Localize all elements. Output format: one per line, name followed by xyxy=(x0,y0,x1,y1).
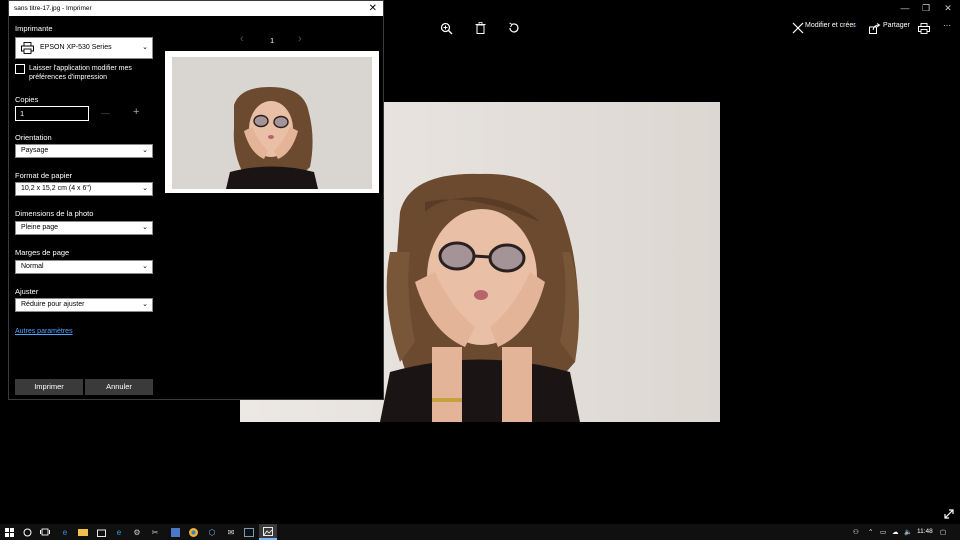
margins-value: Normal xyxy=(21,263,44,270)
app-icon-4[interactable]: ⬡ xyxy=(207,527,217,537)
fullscreen-icon[interactable] xyxy=(940,505,958,523)
taskbar: e e ⚙ ✂ ⬡ ✉ ⚇ ⌃ ▭ ☁ 🔈 11:48 ▢ xyxy=(0,524,960,540)
app-icon-1[interactable]: ⚙ xyxy=(132,527,142,537)
orientation-label: Orientation xyxy=(15,133,52,142)
print-icon[interactable] xyxy=(915,19,933,37)
chevron-down-icon: ⌄ xyxy=(142,263,148,270)
dialog-title: sans titre-17.jpg - Imprimer xyxy=(9,1,383,16)
volume-icon[interactable]: 🔈 xyxy=(904,528,912,536)
photo-size-label: Dimensions de la photo xyxy=(15,209,94,218)
print-button[interactable]: Imprimer xyxy=(15,379,83,395)
network-icon[interactable]: ▭ xyxy=(880,528,886,536)
printer-select[interactable]: EPSON XP-530 Series ⌄ xyxy=(15,37,153,59)
photos-taskbar-button[interactable] xyxy=(259,524,277,540)
copies-input[interactable]: 1 xyxy=(15,106,89,121)
allow-app-checkbox-label-line1: Laisser l'application modifier mes xyxy=(29,65,132,72)
chevron-down-icon: ⌄ xyxy=(142,147,148,154)
edit-create-button[interactable]: Modifier et créer xyxy=(805,22,856,29)
app-icon-3[interactable] xyxy=(170,527,180,537)
restore-button[interactable]: ❐ xyxy=(919,2,933,14)
printer-label: Imprimante xyxy=(15,24,53,33)
photo-size-value: Pleine page xyxy=(21,224,58,231)
fit-value: Réduire pour ajuster xyxy=(21,301,85,308)
file-explorer-icon[interactable] xyxy=(78,527,88,537)
notifications-icon[interactable]: ▢ xyxy=(940,528,946,536)
photo-size-select[interactable]: Pleine page ⌄ xyxy=(15,221,153,235)
page-number: 1 xyxy=(270,36,275,45)
app-icon-5[interactable] xyxy=(244,527,254,537)
chevron-up-icon[interactable]: ⌃ xyxy=(868,528,873,536)
more-settings-link[interactable]: Autres paramètres xyxy=(15,328,73,335)
orientation-select[interactable]: Paysage ⌄ xyxy=(15,144,153,158)
app-icon-2[interactable]: ✂ xyxy=(150,527,160,537)
margins-select[interactable]: Normal ⌄ xyxy=(15,260,153,274)
print-preview xyxy=(165,51,379,193)
share-button[interactable]: Partager xyxy=(883,22,910,29)
start-icon[interactable] xyxy=(4,527,14,537)
chevron-down-icon: ⌄ xyxy=(142,185,148,192)
cancel-button[interactable]: Annuler xyxy=(85,379,153,395)
more-options-icon[interactable]: ··· xyxy=(943,21,951,30)
zoom-in-icon[interactable] xyxy=(437,19,455,37)
rotate-icon[interactable] xyxy=(505,19,523,37)
prev-page-button[interactable]: ‹ xyxy=(240,33,244,45)
paper-size-select[interactable]: 10,2 x 15,2 cm (4 x 6") ⌄ xyxy=(15,182,153,196)
copies-label: Copies xyxy=(15,95,39,104)
chevron-down-icon: ⌄ xyxy=(142,301,148,308)
search-icon[interactable] xyxy=(22,527,32,537)
taskbar-clock[interactable]: 11:48 xyxy=(917,528,933,535)
printer-icon xyxy=(21,42,34,63)
next-page-button[interactable]: › xyxy=(298,33,302,45)
paper-size-value: 10,2 x 15,2 cm (4 x 6") xyxy=(21,185,92,192)
chevron-down-icon[interactable]: ⌄ xyxy=(852,21,858,29)
fit-select[interactable]: Réduire pour ajuster ⌄ xyxy=(15,298,153,312)
copies-increment-button[interactable]: + xyxy=(133,106,139,118)
onedrive-icon[interactable]: ☁ xyxy=(892,528,899,536)
allow-app-checkbox-label-line2: préférences d'impression xyxy=(29,74,107,81)
orientation-value: Paysage xyxy=(21,147,49,154)
chevron-down-icon: ⌄ xyxy=(142,224,148,231)
allow-app-checkbox[interactable] xyxy=(15,64,25,74)
fit-label: Ajuster xyxy=(15,287,39,296)
people-icon[interactable]: ⚇ xyxy=(853,528,859,536)
minimize-button[interactable]: — xyxy=(898,2,912,14)
preview-photo xyxy=(172,57,372,189)
close-window-button[interactable]: ✕ xyxy=(941,2,955,14)
store-icon[interactable] xyxy=(96,527,106,537)
mail-icon[interactable]: ✉ xyxy=(226,527,236,537)
photos-app-window: Modifier et créer ⌄ Partager ··· — ❐ ✕ s… xyxy=(0,0,960,540)
ie-browser-icon[interactable]: e xyxy=(114,527,124,537)
paper-size-label: Format de papier xyxy=(15,171,73,180)
dialog-close-button[interactable]: ✕ xyxy=(369,1,377,16)
share-icon[interactable] xyxy=(866,19,884,37)
print-dialog: sans titre-17.jpg - Imprimer ✕ Imprimant… xyxy=(8,0,384,400)
printer-value: EPSON XP-530 Series xyxy=(40,44,112,51)
copies-decrement-button[interactable]: — xyxy=(101,108,110,118)
delete-icon[interactable] xyxy=(471,19,489,37)
task-view-icon[interactable] xyxy=(40,527,50,537)
chevron-down-icon: ⌄ xyxy=(142,44,148,51)
chrome-icon[interactable] xyxy=(188,527,198,537)
margins-label: Marges de page xyxy=(15,248,70,257)
edge-browser-icon[interactable]: e xyxy=(60,527,70,537)
